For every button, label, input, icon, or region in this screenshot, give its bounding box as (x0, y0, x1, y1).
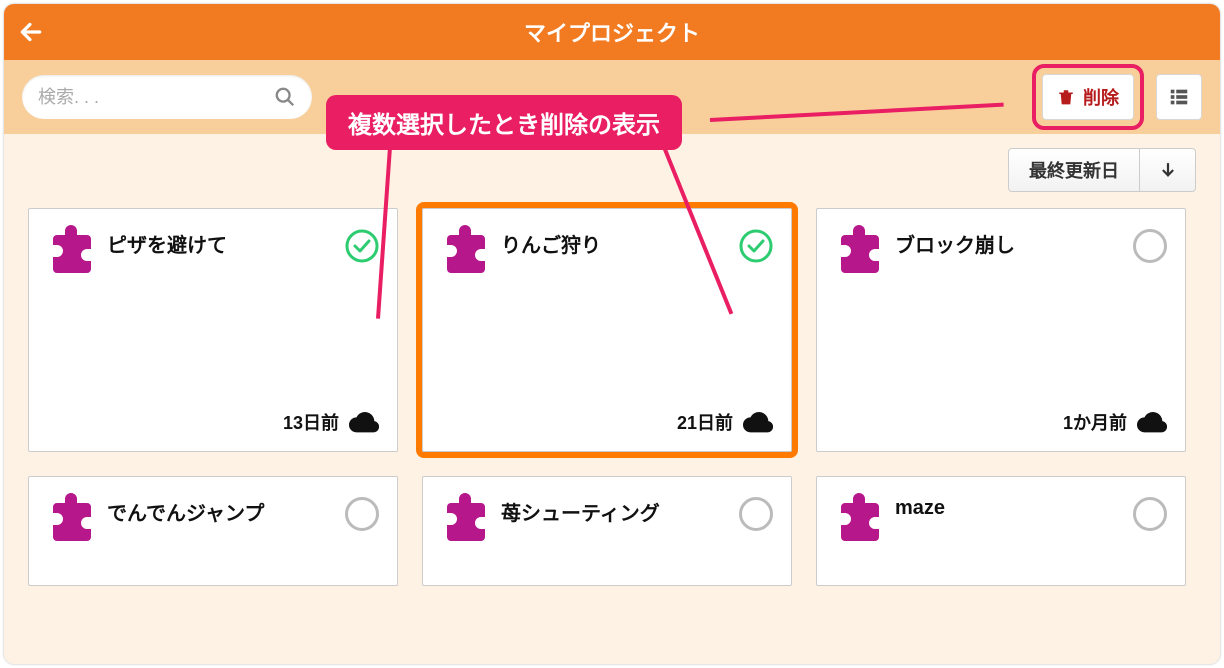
arrow-down-icon (1159, 161, 1177, 179)
puzzle-icon (47, 493, 95, 541)
project-card[interactable]: りんご狩り 21日前 (422, 208, 792, 452)
project-card[interactable]: でんでんジャンプ (28, 476, 398, 586)
project-title: りんご狩り (501, 225, 727, 258)
project-title: ピザを避けて (107, 225, 333, 258)
trash-icon (1057, 87, 1075, 107)
cloud-icon (743, 411, 773, 433)
sort-label: 最終更新日 (1029, 157, 1119, 183)
project-title: maze (895, 493, 1121, 520)
select-toggle[interactable] (1133, 229, 1167, 263)
project-card[interactable]: maze (816, 476, 1186, 586)
annotation-callout: 複数選択したとき削除の表示 (326, 95, 682, 150)
project-card[interactable]: ブロック崩し 1か月前 (816, 208, 1186, 452)
select-toggle[interactable] (739, 497, 773, 531)
check-circle-icon (739, 229, 773, 263)
card-footer: 13日前 (47, 409, 379, 435)
project-age: 21日前 (677, 409, 733, 435)
project-age: 13日前 (283, 409, 339, 435)
annotation-text: 複数選択したとき削除の表示 (348, 112, 660, 139)
projects-grid: ピザを避けて 13日前 りんご狩り 21日前 ブロック崩し 1か月前 でんでんジャ… (4, 200, 1220, 594)
check-circle-icon (345, 229, 379, 263)
puzzle-icon (835, 225, 883, 273)
cloud-icon (1137, 411, 1167, 433)
delete-button[interactable]: 削除 (1042, 74, 1134, 120)
delete-label: 削除 (1083, 84, 1119, 110)
view-toggle-button[interactable] (1156, 74, 1202, 120)
delete-highlight-annotation: 削除 (1032, 64, 1144, 130)
select-toggle[interactable] (739, 229, 773, 263)
card-footer: 1か月前 (835, 409, 1167, 435)
puzzle-icon (47, 225, 95, 273)
project-age: 1か月前 (1063, 409, 1127, 435)
header-bar: マイプロジェクト (4, 4, 1220, 60)
search-field[interactable] (22, 75, 312, 119)
list-view-icon (1168, 86, 1190, 108)
app-window: マイプロジェクト 削除 (4, 4, 1220, 664)
select-toggle[interactable] (345, 229, 379, 263)
puzzle-icon (441, 225, 489, 273)
sort-field-button[interactable]: 最終更新日 (1008, 148, 1140, 192)
cloud-icon (349, 411, 379, 433)
search-icon (274, 86, 296, 108)
project-card[interactable]: 苺シューティング (422, 476, 792, 586)
back-button[interactable] (18, 4, 44, 60)
card-footer: 21日前 (441, 409, 773, 435)
project-title: 苺シューティング (501, 493, 727, 526)
puzzle-icon (441, 493, 489, 541)
page-title: マイプロジェクト (524, 16, 700, 48)
sort-direction-button[interactable] (1140, 148, 1196, 192)
select-toggle[interactable] (1133, 497, 1167, 531)
select-toggle[interactable] (345, 497, 379, 531)
arrow-left-icon (18, 19, 44, 45)
project-title: でんでんジャンプ (107, 493, 333, 526)
puzzle-icon (835, 493, 883, 541)
search-input[interactable] (38, 87, 274, 108)
project-card[interactable]: ピザを避けて 13日前 (28, 208, 398, 452)
project-title: ブロック崩し (895, 225, 1121, 258)
